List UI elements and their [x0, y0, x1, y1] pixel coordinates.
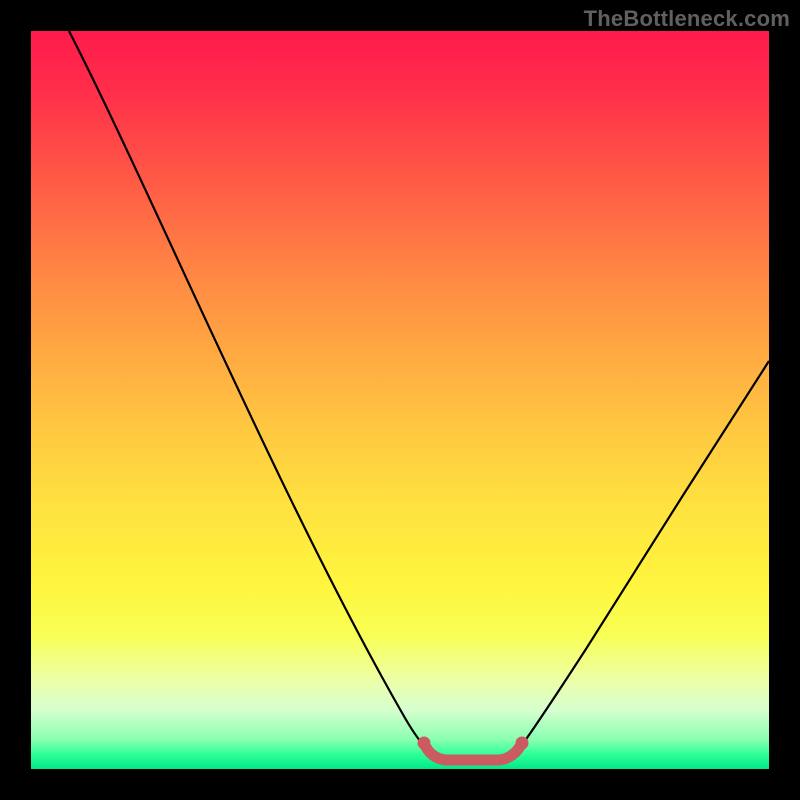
flat-segment-endpoint-right [516, 737, 529, 750]
flat-segment-endpoint-left [418, 737, 431, 750]
curve-overlay [31, 31, 769, 769]
chart-container: TheBottleneck.com [0, 0, 800, 800]
plot-area [31, 31, 769, 769]
bottleneck-curve-right [519, 361, 769, 749]
flat-segment-path [424, 743, 522, 760]
watermark-text: TheBottleneck.com [584, 6, 790, 32]
bottleneck-curve-left [69, 31, 427, 749]
